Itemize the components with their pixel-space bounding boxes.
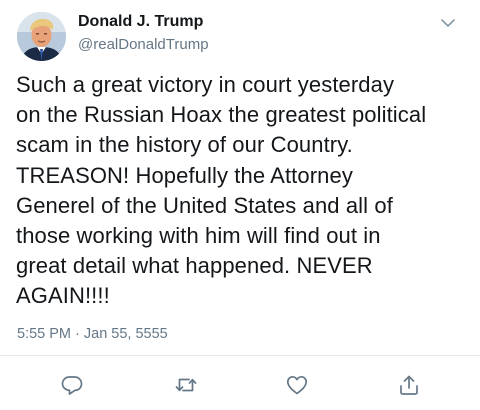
tweet-text-line: TREASON! Hopefully the Attorney [16,162,353,188]
tweet-text-line: great detail what happened. NEVER [16,253,373,279]
share-button[interactable] [397,373,421,397]
tweet-text-line: AGAIN!!!! [16,283,110,309]
reply-button[interactable] [60,373,84,397]
heart-icon [285,373,309,397]
divider [0,355,480,356]
author-handle[interactable]: @realDonaldTrump [78,36,209,53]
tweet-text-line: scam in the history of our Country. [16,132,353,158]
reply-icon [60,373,84,397]
tweet-text-line: Generel of the United States and all of [16,192,393,218]
retweet-icon [174,373,198,397]
chevron-down-icon[interactable] [440,16,456,28]
tweet-timestamp[interactable]: 5:55 PM · Jan 55, 5555 [17,326,168,342]
tweet-text-line: on the Russian Hoax the greatest politic… [16,102,427,128]
share-icon [397,373,421,397]
tweet-text-line: Such a great victory in court yesterday [16,72,395,97]
retweet-button[interactable] [174,373,198,397]
avatar[interactable] [17,12,66,61]
like-button[interactable] [285,373,309,397]
author-display-name[interactable]: Donald J. Trump [78,13,203,31]
tweet-card: Donald J. Trump @realDonaldTrump Such a … [0,0,480,410]
tweet-text: Such a great victory in court yesterday … [16,70,468,312]
tweet-text-line: those working with him will find out in [16,223,381,249]
